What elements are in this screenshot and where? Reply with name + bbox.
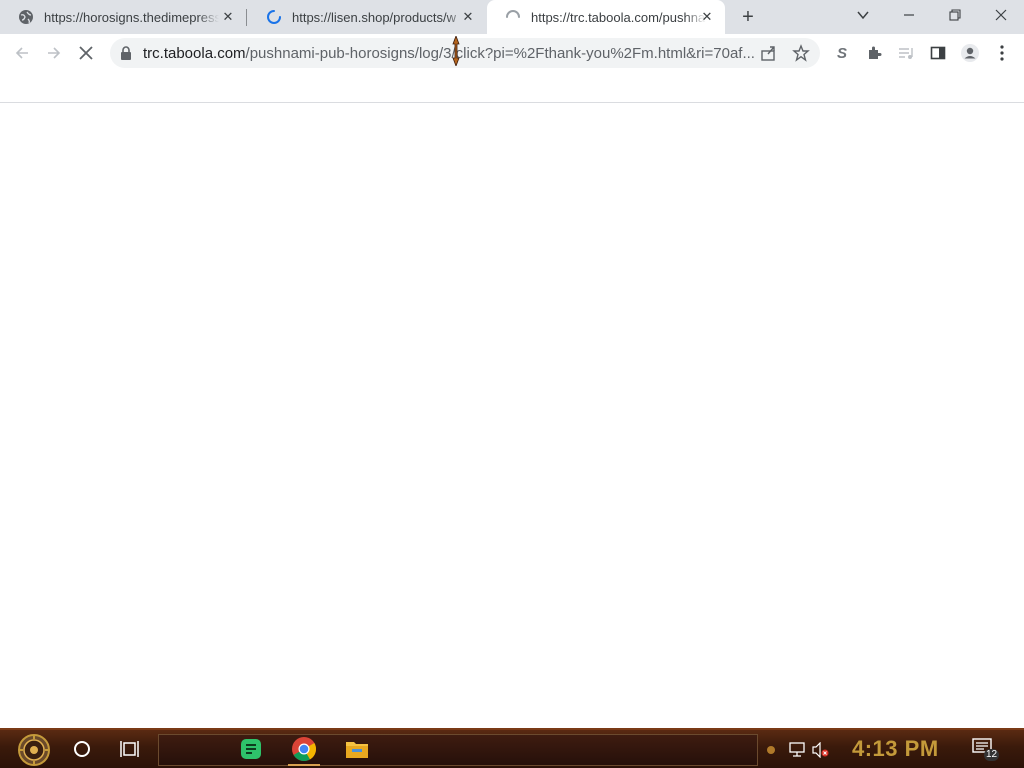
- tab-separator: [246, 9, 247, 26]
- loading-spinner-icon: [266, 9, 282, 25]
- minimize-icon: [904, 14, 914, 16]
- page-content: [0, 103, 1024, 728]
- tab-strip: https://horosigns.thedimepress ✕ https:/…: [0, 0, 1024, 34]
- stop-loading-button[interactable]: [72, 39, 100, 67]
- back-button[interactable]: [8, 39, 36, 67]
- new-tab-button[interactable]: +: [737, 6, 759, 28]
- close-icon[interactable]: ✕: [220, 9, 236, 25]
- lock-icon[interactable]: [120, 46, 132, 65]
- avatar-icon: [961, 44, 979, 62]
- mouse-cursor-icon: [452, 34, 460, 71]
- chrome-icon: [292, 737, 317, 762]
- tab-title: https://trc.taboola.com/pushna: [531, 9, 706, 25]
- restore-button[interactable]: [932, 0, 978, 30]
- taskbar-app-file-explorer[interactable]: [344, 736, 370, 762]
- tray-overflow-icon[interactable]: [766, 743, 776, 761]
- loading-spinner-icon: [505, 9, 521, 25]
- close-icon[interactable]: ✕: [460, 9, 476, 25]
- more-vertical-icon: [1000, 45, 1004, 61]
- side-panel-button[interactable]: [924, 39, 952, 67]
- bookmark-star-icon[interactable]: [792, 44, 810, 67]
- tab-search-button[interactable]: [840, 0, 886, 30]
- tab-title: https://lisen.shop/products/w: [292, 9, 457, 25]
- arrow-right-icon: [48, 47, 61, 59]
- network-icon[interactable]: [788, 742, 806, 763]
- url-path: /pushnami-pub-horosigns/log/3/click?pi=%…: [245, 45, 755, 62]
- tab-title: https://horosigns.thedimepress: [44, 9, 219, 25]
- start-button[interactable]: [12, 734, 56, 766]
- folder-icon: [346, 742, 368, 758]
- forward-button[interactable]: [40, 39, 68, 67]
- side-panel-icon: [930, 46, 946, 60]
- browser-toolbar: trc.taboola.com/pushnami-pub-horosigns/l…: [0, 34, 1024, 71]
- extensions-button[interactable]: [860, 39, 888, 67]
- chrome-menu-button[interactable]: [988, 39, 1016, 67]
- notification-count-badge: 12: [984, 749, 1000, 761]
- cortana-button[interactable]: [73, 740, 91, 763]
- share-icon[interactable]: [760, 44, 778, 67]
- media-queue-icon: [899, 48, 913, 59]
- tab-horosigns[interactable]: https://horosigns.thedimepress ✕: [0, 0, 246, 34]
- taskbar-app-chrome[interactable]: [291, 736, 317, 762]
- minimize-button[interactable]: [886, 0, 932, 30]
- taskbar-clock[interactable]: 4:13 PM: [852, 736, 939, 762]
- windows-taskbar: 4:13 PM 12: [0, 728, 1024, 768]
- tab-lisen-shop[interactable]: https://lisen.shop/products/w ✕: [248, 0, 486, 34]
- close-window-button[interactable]: [978, 0, 1024, 30]
- address-bar[interactable]: trc.taboola.com/pushnami-pub-horosigns/l…: [110, 38, 820, 68]
- task-view-icon: [120, 741, 139, 757]
- url-host: trc.taboola.com: [143, 45, 246, 62]
- chrome-active-indicator: [288, 764, 320, 766]
- steampunk-start-icon: [18, 734, 50, 766]
- close-icon: [995, 9, 1007, 21]
- green-notes-icon: [241, 739, 261, 759]
- puzzle-icon: [869, 46, 882, 59]
- close-icon[interactable]: ✕: [699, 9, 715, 25]
- media-control-button[interactable]: [892, 39, 920, 67]
- cortana-circle-icon: [74, 741, 90, 757]
- stop-icon: [79, 46, 93, 60]
- volume-muted-icon[interactable]: [812, 741, 830, 763]
- taskbar-app-notes[interactable]: [238, 736, 264, 762]
- restore-icon: [949, 9, 961, 21]
- globe-icon: [18, 9, 34, 25]
- profile-button[interactable]: [956, 39, 984, 67]
- extension-s-icon: S: [836, 44, 847, 62]
- task-view-button[interactable]: [120, 740, 140, 763]
- tab-taboola-active[interactable]: https://trc.taboola.com/pushna ✕: [487, 0, 725, 34]
- url-text[interactable]: trc.taboola.com/pushnami-pub-horosigns/l…: [143, 45, 755, 62]
- arrow-left-icon: [15, 47, 28, 59]
- chevron-down-icon: [857, 11, 869, 20]
- extension-s-button[interactable]: S: [828, 39, 856, 67]
